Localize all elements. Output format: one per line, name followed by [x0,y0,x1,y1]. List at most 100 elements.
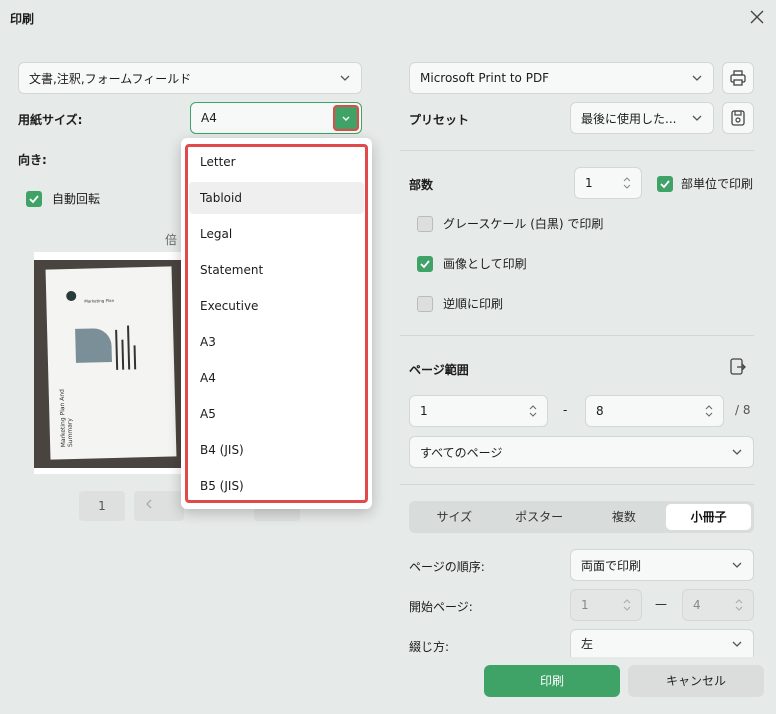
tab-size[interactable]: サイズ [412,504,497,530]
copies-stepper[interactable]: 1 [574,167,642,199]
chevron-up-icon [623,599,631,604]
paper-size-select[interactable]: A4 [190,102,362,134]
printer-properties-button[interactable] [722,62,754,94]
preview-pane: Marketing Plan And Summary Marketing Pla… [34,252,182,474]
paper-size-value: A4 [201,111,217,125]
layout-tabs: サイズ ポスター 複数 小冊子 [409,501,754,533]
orientation-label: 向き: [18,153,47,167]
menu-item-tabloid[interactable]: Tabloid [189,182,364,214]
start-page-dash: — [655,597,667,611]
page-order-value: 両面で印刷 [581,558,642,573]
copies-value: 1 [585,176,593,190]
content-select-value: 文書,注釈,フォームフィールド [29,71,192,86]
chevron-down-icon [342,116,350,121]
binding-select[interactable]: 左 [570,629,754,657]
page-number[interactable]: 1 [79,491,125,521]
dialog-title: 印刷 [10,12,35,26]
save-icon [731,110,745,126]
chevron-down-icon[interactable] [623,184,631,189]
start-page-to-value: 4 [693,598,701,612]
printer-select[interactable]: Microsoft Print to PDF [409,62,714,94]
preset-select[interactable]: 最後に使用した... [570,102,714,134]
chevron-down-icon [692,75,702,81]
auto-rotate-checkbox[interactable]: 自動回転 [26,190,100,207]
page-order-label: ページの順序: [409,560,485,574]
stepper-arrows[interactable] [529,405,537,417]
range-select-value: すべてのページ [420,445,503,460]
preview-doc-subtitle: Marketing Plan [84,297,115,304]
preview-chart-area [75,327,112,363]
preview-bar-chart [113,319,144,370]
menu-item-a4[interactable]: A4 [189,362,364,394]
stepper-arrows[interactable] [705,405,713,417]
binding-value: 左 [581,637,594,651]
logo-icon [66,290,77,302]
content-select[interactable]: 文書,注釈,フォームフィールド [18,62,362,94]
menu-item-legal[interactable]: Legal [189,218,364,250]
grayscale-label: グレースケール (白黒) で印刷 [443,217,604,231]
divider [400,150,754,151]
menu-item-a3[interactable]: A3 [189,326,364,358]
preset-value: 最後に使用した... [581,111,677,126]
paper-size-menu: Letter Tabloid Legal Statement Executive… [181,138,372,509]
chevron-left-icon [146,499,152,509]
chevron-down-icon [732,562,742,568]
as-image-checkbox[interactable]: 画像として印刷 [417,255,527,272]
menu-item-statement[interactable]: Statement [189,254,364,286]
tab-multiple[interactable]: 複数 [582,504,667,530]
range-to-stepper[interactable]: 8 [585,395,724,427]
stepper-arrows[interactable] [623,177,631,189]
divider [400,335,754,336]
start-page-label: 開始ページ: [409,600,473,614]
chevron-down-icon[interactable] [529,412,537,417]
chevron-down-icon [692,115,702,121]
close-icon[interactable] [748,8,766,26]
cancel-button[interactable]: キャンセル [628,665,764,697]
save-preset-button[interactable] [722,102,754,134]
range-from-value: 1 [420,404,428,418]
auto-rotate-label: 自動回転 [52,192,101,206]
range-select[interactable]: すべてのページ [409,436,754,468]
collate-checkbox[interactable]: 部単位で印刷 [657,175,753,192]
as-image-label: 画像として印刷 [443,257,527,271]
menu-item-letter[interactable]: Letter [189,146,364,178]
page-range-swap-icon[interactable] [728,357,748,377]
preview-doc-title: Marketing Plan And Summary [58,388,75,448]
page-range-label: ページ範囲 [409,363,469,377]
chevron-down-icon [735,606,743,611]
menu-item-a5[interactable]: A5 [189,398,364,430]
chevron-down-icon[interactable] [705,412,713,417]
prev-page-button[interactable] [134,491,184,521]
copies-label: 部数 [409,178,434,192]
paper-size-label: 用紙サイズ: [18,113,83,127]
print-button[interactable]: 印刷 [484,665,620,697]
menu-item-b4-jis[interactable]: B4 (JIS) [189,434,364,466]
printer-value: Microsoft Print to PDF [420,71,550,85]
divider [400,484,754,485]
start-page-from-value: 1 [581,598,589,612]
chevron-up-icon[interactable] [529,405,537,410]
menu-item-executive[interactable]: Executive [189,290,364,322]
preview-page: Marketing Plan And Summary Marketing Pla… [45,266,177,460]
range-total: / 8 [735,403,751,417]
range-to-value: 8 [596,404,604,418]
paper-size-dropdown-button[interactable] [333,105,359,131]
tab-booklet[interactable]: 小冊子 [666,504,751,530]
chevron-up-icon [735,599,743,604]
start-page-to-stepper[interactable]: 4 [682,589,754,621]
checkbox-unchecked-icon [417,295,433,312]
menu-item-b5-jis[interactable]: B5 (JIS) [189,470,364,502]
tab-poster[interactable]: ポスター [497,504,582,530]
chevron-down-icon [623,606,631,611]
chevron-up-icon[interactable] [705,405,713,410]
checkbox-unchecked-icon [417,215,433,232]
stepper-arrows [623,599,631,611]
range-from-stepper[interactable]: 1 [409,395,548,427]
grayscale-checkbox[interactable]: グレースケール (白黒) で印刷 [417,215,603,232]
reverse-checkbox[interactable]: 逆順に印刷 [417,295,503,312]
collate-label: 部単位で印刷 [681,177,754,191]
reverse-label: 逆順に印刷 [443,297,504,311]
chevron-up-icon[interactable] [623,177,631,182]
page-order-select[interactable]: 両面で印刷 [570,549,754,581]
start-page-from-stepper[interactable]: 1 [570,589,642,621]
